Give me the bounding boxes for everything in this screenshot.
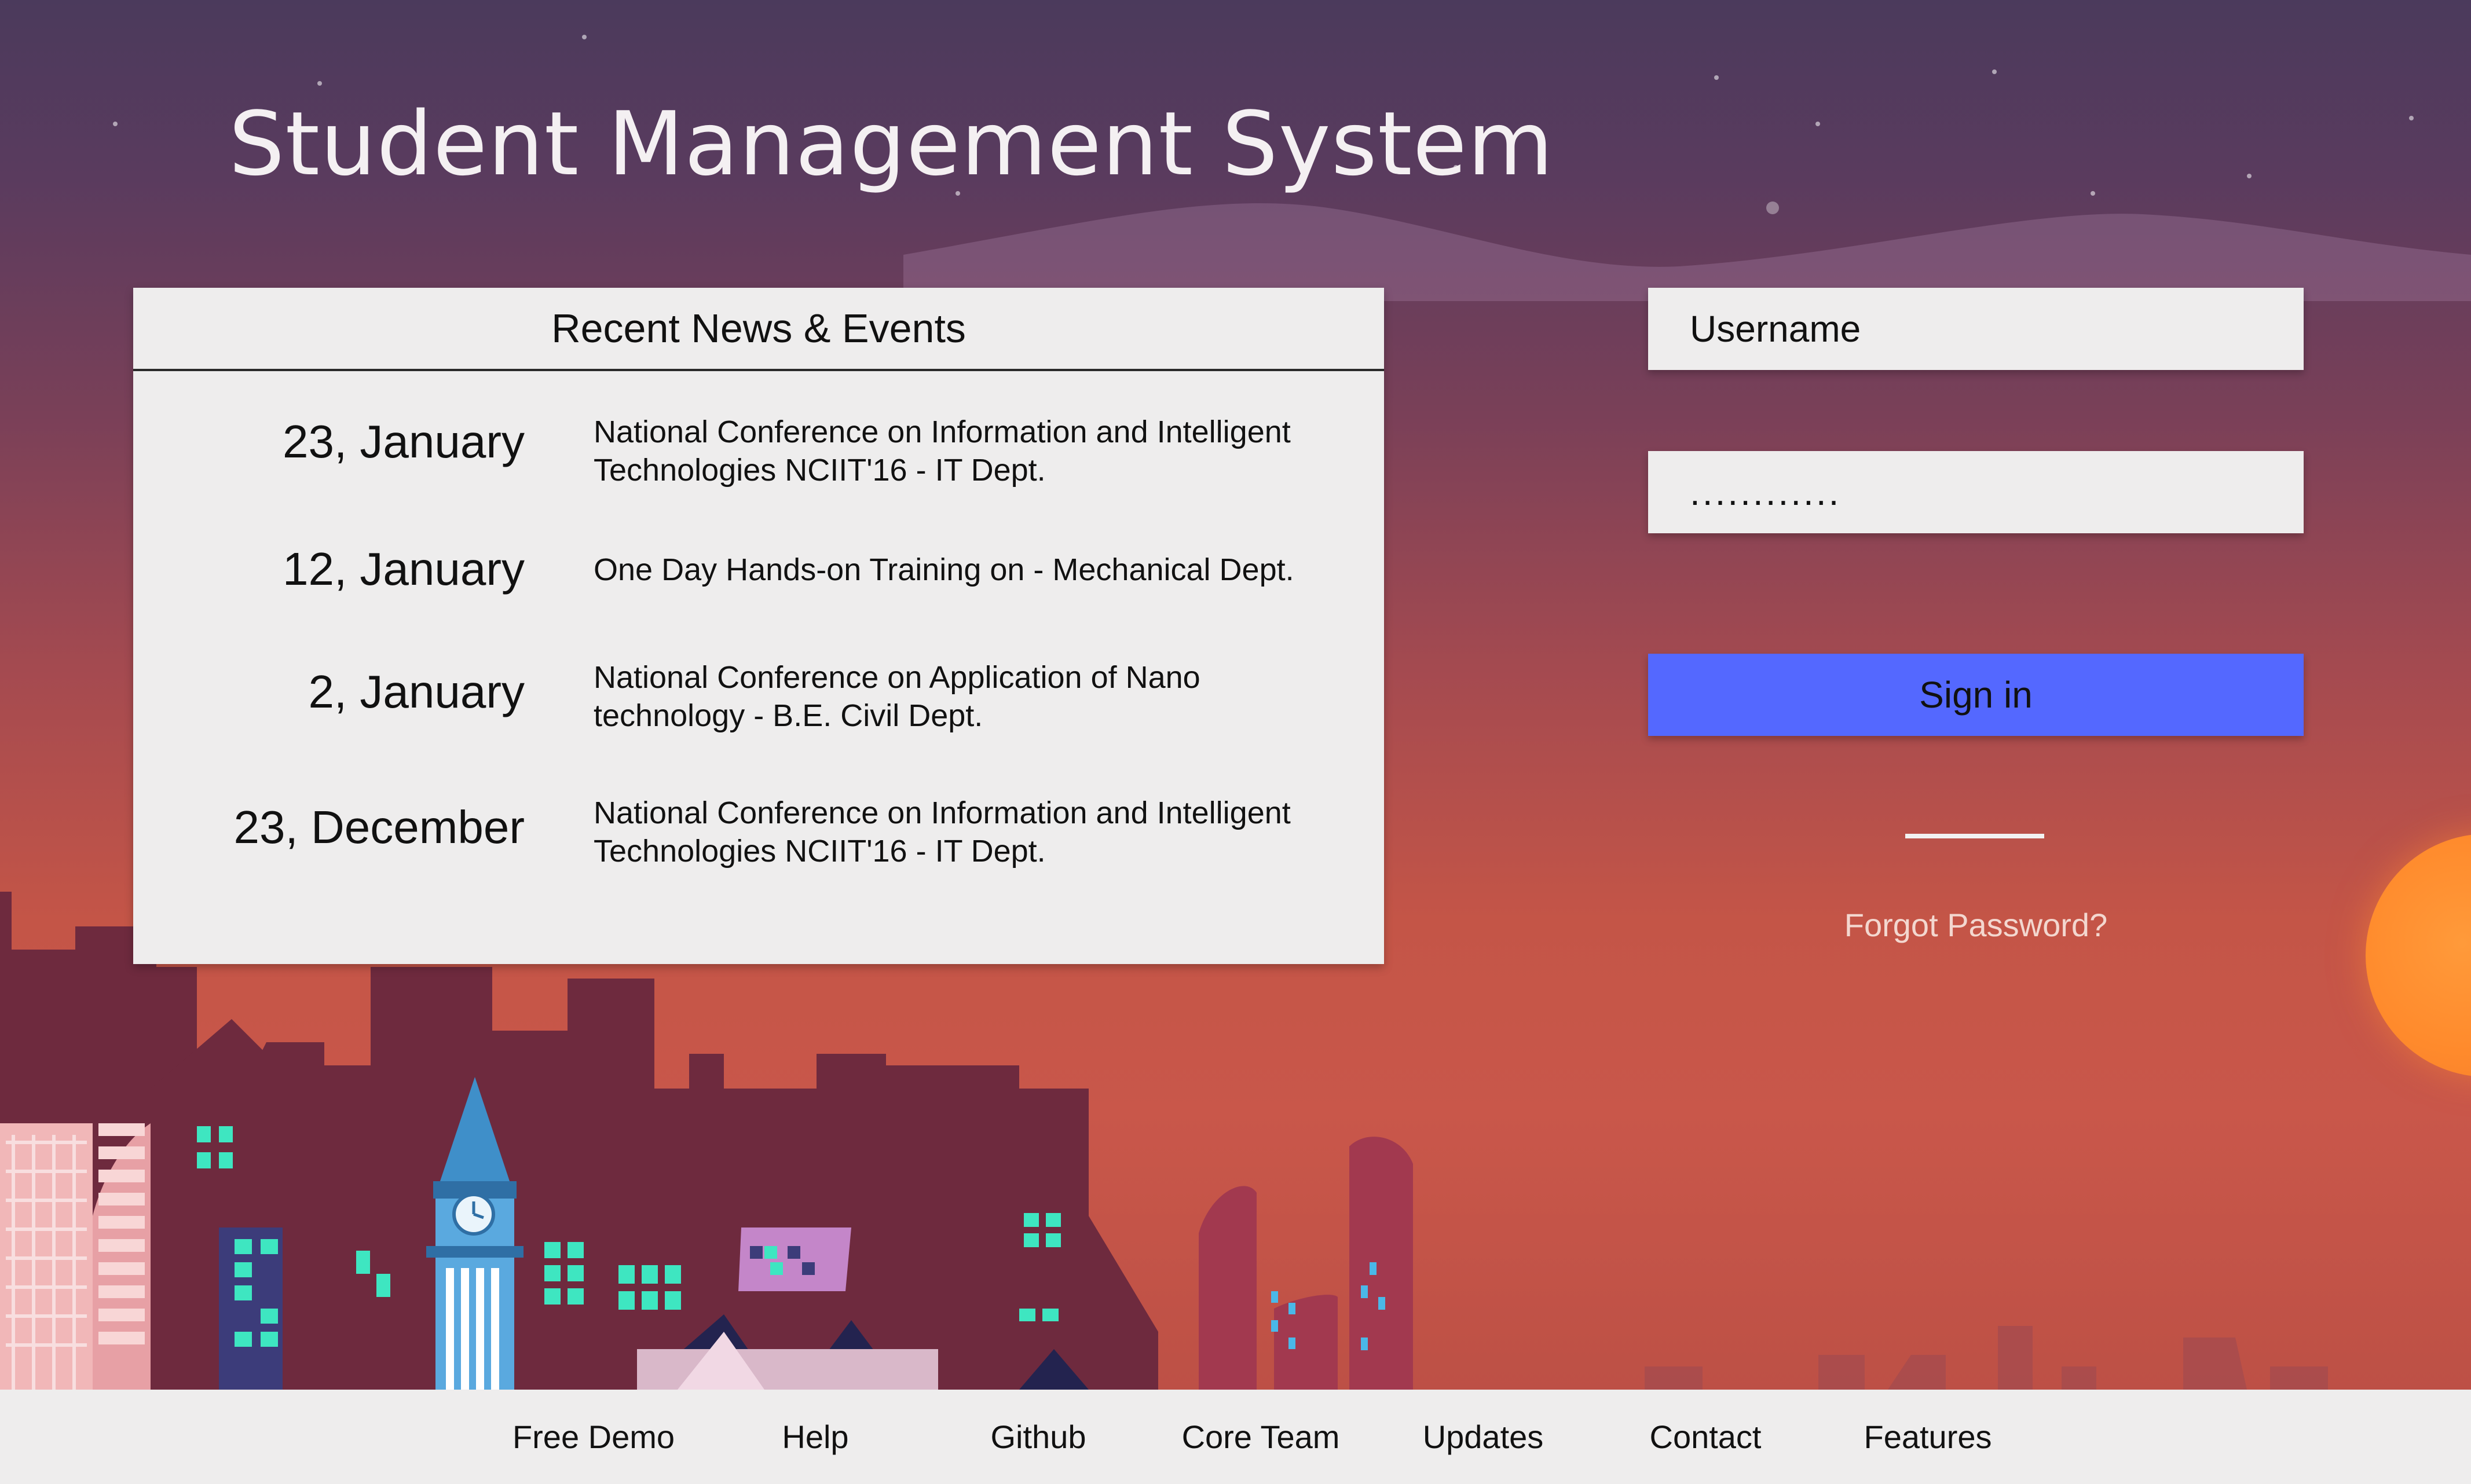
news-events-panel: Recent News & Events 23, January Nationa… (133, 288, 1384, 964)
footer-link-github[interactable]: Github (928, 1390, 1148, 1484)
footer-link-contact[interactable]: Contact (1595, 1390, 1815, 1484)
footer-link-features[interactable]: Features (1818, 1390, 2038, 1484)
footer-link-free-demo[interactable]: Free Demo (484, 1390, 704, 1484)
page-title: Student Management System (229, 93, 1554, 195)
news-text: One Day Hands-on Training on - Mechanica… (594, 552, 1294, 587)
footer-link-core-team[interactable]: Core Team (1151, 1390, 1371, 1484)
divider (1905, 834, 2044, 838)
news-date: 23, January (282, 416, 525, 467)
news-text: National Conference on Application of Na… (594, 660, 1200, 733)
username-input[interactable]: Username (1648, 288, 2304, 370)
login-page: Student Management System Recent News & … (0, 0, 2471, 1484)
sign-in-button[interactable]: Sign in (1648, 654, 2304, 736)
footer-link-updates[interactable]: Updates (1373, 1390, 1593, 1484)
news-text: National Conference on Information and I… (594, 415, 1291, 488)
footer-nav: Free Demo Help Github Core Team Updates … (0, 1390, 2471, 1484)
footer-link-help[interactable]: Help (705, 1390, 925, 1484)
city-skyline-illustration (0, 892, 2328, 1390)
news-text: National Conference on Information and I… (594, 796, 1291, 869)
password-input[interactable]: ............ (1648, 451, 2304, 533)
forgot-password-link[interactable]: Forgot Password? (1648, 906, 2304, 944)
news-date: 2, January (308, 666, 525, 717)
news-panel-heading: Recent News & Events (133, 288, 1384, 371)
news-date: 12, January (282, 543, 525, 595)
news-date: 23, December (233, 801, 525, 853)
